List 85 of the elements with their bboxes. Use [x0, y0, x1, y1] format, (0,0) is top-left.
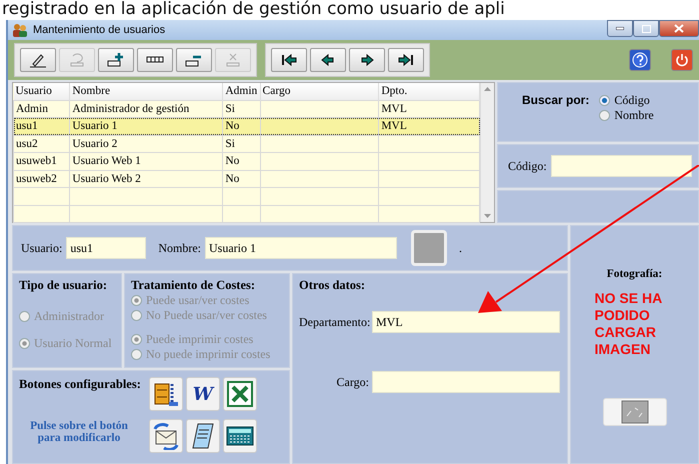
table-cell: Administrador de gestión — [70, 100, 223, 118]
close-icon — [674, 24, 684, 33]
nombre-field[interactable]: Usuario 1 — [204, 237, 397, 259]
radio-option[interactable]: Nombre — [599, 108, 654, 123]
last-record-icon — [396, 52, 416, 68]
column-header[interactable]: Usuario — [14, 83, 70, 100]
table-row[interactable]: usu2 Usuario 2 Si — [14, 135, 480, 152]
field-label: Código: — [508, 158, 547, 174]
hint-text: Pulse sobre el botón para modificarlo — [29, 420, 129, 444]
help-button[interactable] — [629, 49, 651, 71]
close-button[interactable] — [659, 20, 699, 37]
field-label: Cargo: — [336, 374, 369, 390]
column-header[interactable]: Cargo — [260, 83, 379, 100]
shortcut-button[interactable]: W — [186, 377, 220, 411]
table-cell: usu1 — [14, 118, 70, 135]
section-title: Otros datos: — [299, 278, 366, 293]
maximize-button[interactable] — [633, 20, 659, 37]
users-icon — [12, 23, 28, 37]
table-cell: No — [222, 170, 260, 188]
column-header[interactable]: Nombre — [70, 83, 223, 100]
pencil-icon — [28, 52, 48, 68]
toolbar-button[interactable] — [98, 48, 134, 72]
usuario-field[interactable]: usu1 — [66, 237, 146, 259]
load-picture-button[interactable] — [602, 398, 666, 426]
code-field[interactable] — [550, 155, 692, 177]
shortcut-button[interactable] — [222, 418, 257, 452]
section-title: Botones configurables: — [19, 377, 141, 392]
add-row-icon — [106, 52, 126, 68]
table-row[interactable]: usu1 Usuario 1 No MVL — [14, 118, 480, 135]
window-title: Mantenimiento de usuarios — [33, 24, 166, 36]
power-icon — [675, 53, 689, 67]
minimize-icon — [616, 27, 624, 30]
toolbar-button[interactable] — [349, 48, 385, 72]
column-header[interactable]: Admin — [222, 83, 260, 100]
scrollbar[interactable] — [480, 83, 494, 222]
text-field[interactable] — [372, 371, 560, 393]
shortcut-button[interactable] — [148, 377, 183, 411]
toolbar-button[interactable] — [271, 48, 307, 72]
table-cell: No — [222, 118, 260, 135]
table-cell: Admin — [14, 100, 70, 118]
exit-button[interactable] — [671, 49, 693, 71]
radio-option[interactable]: Código — [599, 93, 654, 108]
scroll-up-icon — [484, 87, 491, 91]
shortcut-button[interactable] — [186, 418, 220, 452]
table-cell: usuweb1 — [14, 152, 70, 170]
shortcut-button[interactable] — [148, 418, 183, 452]
field-label: Nombre: — [158, 240, 201, 256]
maximize-icon — [642, 24, 650, 32]
column-header[interactable]: Dpto. — [378, 83, 480, 100]
table-cell: No — [222, 152, 260, 170]
section-title: Fotografía: — [606, 268, 662, 280]
scroll-down-icon — [484, 214, 491, 218]
dot-text: . — [458, 240, 462, 256]
word-icon: W — [192, 384, 213, 404]
table-cell: MVL — [378, 100, 480, 118]
table-row[interactable]: usuweb1 Usuario Web 1 No — [14, 152, 480, 170]
table-cell: usuweb2 — [14, 170, 70, 188]
envelope-icon — [152, 422, 180, 450]
table-row[interactable]: Admin Administrador de gestión Si MVL — [14, 100, 480, 118]
toolbar-button[interactable] — [137, 48, 173, 72]
search-label: Buscar por: — [522, 93, 590, 109]
toolbar-button[interactable] — [310, 48, 346, 72]
table-cell: Usuario 1 — [70, 118, 223, 135]
help-icon — [632, 52, 648, 68]
calculator-icon — [226, 424, 254, 448]
section-title: Tipo de usuario: — [19, 278, 108, 293]
text-field[interactable]: MVL — [372, 311, 560, 333]
error-message: NO SE HA PODIDO CARGAR IMAGEN — [594, 290, 663, 358]
toolbar-button[interactable] — [388, 48, 424, 72]
section-title: Tratamiento de Costes: — [131, 278, 256, 293]
table-row[interactable]: usuweb2 Usuario Web 2 No — [14, 170, 480, 188]
table-cell: Usuario Web 1 — [70, 152, 223, 170]
table-cell: Usuario Web 2 — [70, 170, 223, 188]
image-icon — [620, 400, 648, 424]
color-button[interactable] — [410, 230, 447, 266]
minimize-button[interactable] — [607, 20, 633, 37]
table-cell: MVL — [378, 118, 480, 135]
spreadsheet-icon — [226, 381, 253, 407]
toolbar-button[interactable] — [176, 48, 212, 72]
caption-text: registrado en la aplicación de gestión como usuario de apli — [1, 0, 506, 20]
field-label: Usuario: — [21, 240, 62, 256]
toolbar-button[interactable] — [20, 48, 56, 72]
first-record-icon — [279, 52, 299, 68]
field-label: Departamento: — [299, 314, 369, 330]
shortcut-button[interactable] — [222, 377, 257, 411]
